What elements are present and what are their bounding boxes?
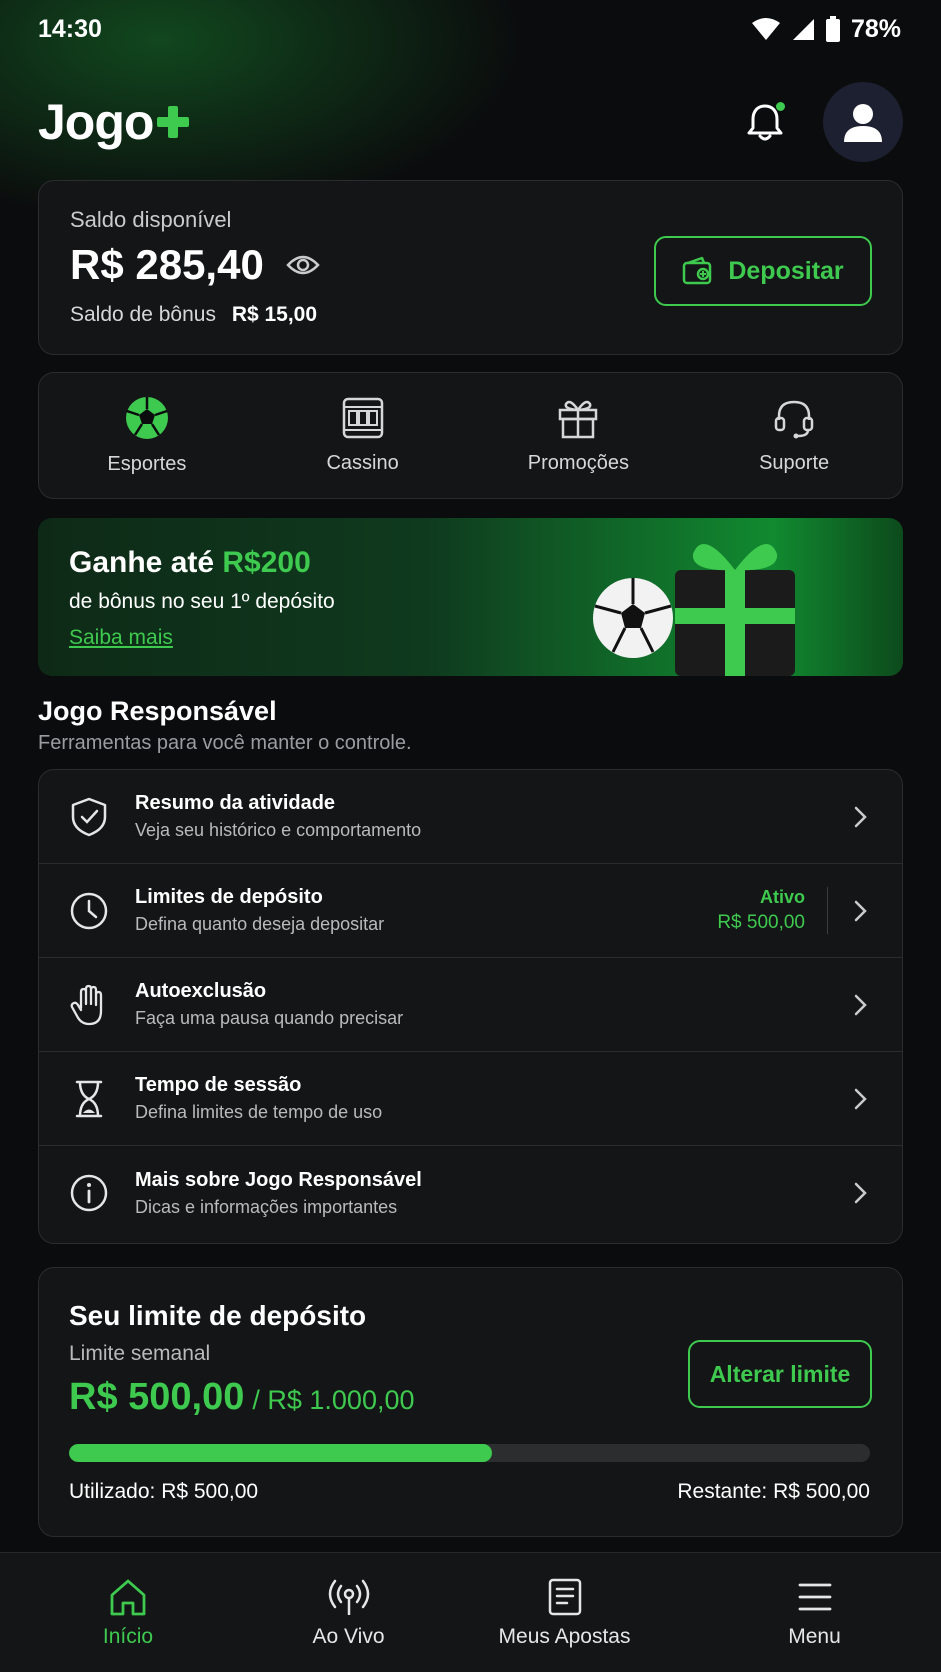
bonus-amount: R$ 15,00 (231, 303, 318, 326)
status-icons: 78% (751, 15, 901, 44)
notification-dot (776, 102, 785, 111)
promo-banner[interactable]: Ganhe até R$200 de bônus no seu 1º depós… (38, 518, 903, 676)
logo-text: Jogo (38, 94, 154, 150)
live-broadcast-icon (328, 1579, 369, 1615)
nav-item-inicio[interactable]: Início (0, 1553, 256, 1672)
nav-item-meus-apostas[interactable]: Meus Apostas (441, 1553, 688, 1672)
rg-item-title: Mais sobre Jogo Responsável (135, 1168, 422, 1191)
status-value: R$ 500,00 (717, 912, 805, 933)
shortcut-label: Suporte (759, 452, 830, 474)
home-icon (110, 1579, 146, 1615)
wifi-icon (751, 18, 780, 40)
eye-icon[interactable] (286, 253, 320, 277)
shortcut-label: Esportes (107, 453, 187, 475)
headset-icon (774, 400, 814, 439)
betslip-icon (548, 1578, 581, 1615)
rg-item-desc: Faça uma pausa quando precisar (135, 1008, 404, 1028)
battery-icon (825, 16, 840, 42)
limit-remaining-label: Restante: R$ 500,00 (677, 1480, 870, 1503)
limit-total-amount: / R$ 1.000,00 (252, 1385, 415, 1415)
rg-item-autoexclusao[interactable]: Autoexclusão Faça uma pausa quando preci… (39, 958, 902, 1052)
rg-item-desc: Dicas e informações importantes (135, 1196, 398, 1217)
rg-item-resumo-atividade[interactable]: Resumo da atividade Veja seu histórico e… (39, 770, 902, 864)
limit-used-label: Utilizado: R$ 500,00 (69, 1480, 259, 1503)
chevron-right-icon (854, 806, 867, 827)
limit-progress-bar (69, 1444, 870, 1462)
rg-item-desc: Defina quanto deseja depositar (135, 914, 385, 934)
promo-illustration (593, 544, 795, 676)
hand-icon (70, 984, 103, 1025)
rg-item-limites-deposito[interactable]: Limites de depósito Defina quanto deseja… (39, 864, 902, 958)
shield-check-icon (71, 797, 107, 836)
balance-label: Saldo disponível (70, 207, 232, 232)
limit-progress-fill (69, 1444, 492, 1462)
status-bar: 14:30 78% (0, 0, 941, 58)
alter-limit-button[interactable]: Alterar limite (688, 1340, 872, 1408)
responsible-gaming-list: Resumo da atividade Veja seu histórico e… (38, 769, 903, 1244)
soccer-ball-icon (125, 397, 168, 439)
status-time: 14:30 (38, 14, 102, 43)
slot-machine-icon (342, 397, 383, 439)
rg-item-mais-sobre[interactable]: Mais sobre Jogo Responsável Dicas e info… (39, 1146, 902, 1240)
shortcut-suporte[interactable]: Suporte (686, 373, 902, 498)
chevron-right-icon (854, 994, 867, 1015)
nav-label: Menu (788, 1624, 841, 1648)
gift-icon (559, 400, 598, 439)
info-icon (70, 1174, 108, 1212)
logo-plus-icon (157, 106, 190, 138)
chevron-right-icon (854, 900, 867, 921)
deposit-button[interactable]: Depositar (654, 236, 872, 306)
rg-item-title: Limites de depósito (135, 886, 323, 908)
header-actions (743, 82, 903, 162)
nav-label: Ao Vivo (312, 1624, 385, 1648)
hourglass-icon (75, 1080, 103, 1117)
rg-item-title: Tempo de sessão (135, 1074, 302, 1096)
shortcut-label: Cassino (326, 452, 399, 474)
app-logo[interactable]: Jogo (38, 93, 191, 151)
user-icon (844, 104, 882, 142)
status-label: Ativo (760, 887, 805, 907)
chevron-right-icon (854, 1088, 867, 1109)
nav-item-menu[interactable]: Menu (688, 1553, 941, 1672)
chevron-right-icon (854, 1182, 867, 1204)
notifications-button[interactable] (743, 100, 787, 144)
profile-avatar-button[interactable] (823, 82, 903, 162)
balance-amount: R$ 285,40 (70, 241, 264, 288)
deposit-limit-card: Seu limite de depósito Limite semanal R$… (38, 1267, 903, 1537)
rg-item-title: Autoexclusão (135, 980, 267, 1002)
shortcut-cassino[interactable]: Cassino (255, 373, 471, 498)
deposit-label: Depositar (728, 256, 844, 285)
wallet-icon (683, 256, 712, 285)
promo-title-highlight: R$200 (222, 546, 311, 579)
rg-item-tempo-sessao[interactable]: Tempo de sessão Defina limites de tempo … (39, 1052, 902, 1146)
nav-label: Meus Apostas (498, 1624, 631, 1648)
shortcut-promocoes[interactable]: Promoções (471, 373, 687, 498)
battery-percent: 78% (850, 14, 901, 43)
promo-link[interactable]: Saiba mais (69, 626, 173, 650)
bonus-label: Saldo de bônus (70, 303, 216, 326)
shortcut-esportes[interactable]: Esportes (39, 373, 255, 498)
nav-item-ao-vivo[interactable]: Ao Vivo (256, 1553, 441, 1672)
shortcut-label: Promoções (527, 452, 629, 474)
app-header: Jogo (38, 82, 903, 162)
bottom-navigation: Início Ao Vivo Meus Apostas Menu (0, 1552, 941, 1672)
rg-item-desc: Defina limites de tempo de uso (135, 1102, 383, 1122)
rg-item-desc: Veja seu histórico e comportamento (135, 820, 422, 840)
deposit-limit-status: Ativo R$ 500,00 (717, 887, 828, 934)
rg-item-title: Resumo da atividade (135, 792, 336, 814)
nav-label: Início (102, 1624, 154, 1648)
signal-icon (792, 19, 814, 40)
limit-used-amount: R$ 500,00 (69, 1376, 245, 1418)
bonus-balance: Saldo de bônus R$ 15,00 (70, 303, 871, 327)
quick-shortcuts: Esportes Cassino Promoções Suporte (38, 372, 903, 499)
limit-title: Seu limite de depósito (69, 1300, 367, 1331)
limit-footer: Utilizado: R$ 500,00 Restante: R$ 500,00 (69, 1480, 870, 1504)
balance-card: Saldo disponível R$ 285,40 Saldo de bônu… (38, 180, 903, 355)
section-subtitle: Ferramentas para você manter o controle. (38, 732, 412, 754)
clock-icon (70, 892, 108, 929)
promo-title-prefix: Ganhe até (69, 546, 223, 579)
hamburger-menu-icon (798, 1583, 831, 1610)
section-title: Jogo Responsável (38, 696, 277, 726)
